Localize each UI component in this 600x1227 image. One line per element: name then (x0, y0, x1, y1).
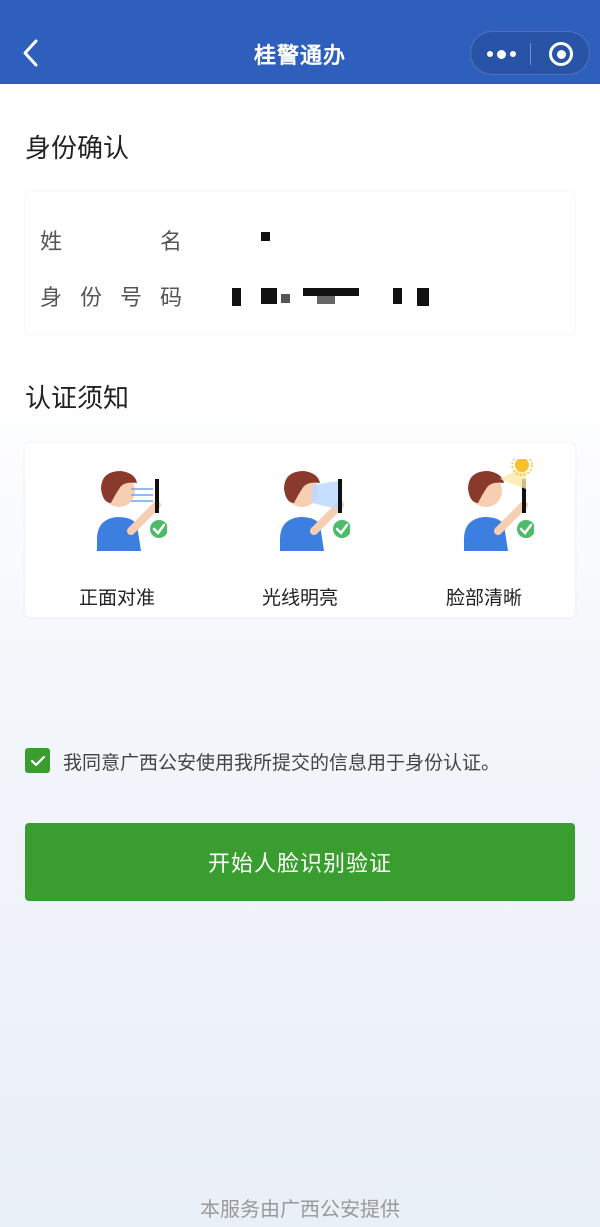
footer-provider-text: 本服务由广西公安提供 (200, 1197, 400, 1221)
masked-name (261, 232, 270, 241)
identity-card: 姓名 身份号码 (25, 192, 575, 334)
check-icon (30, 755, 45, 766)
notice-heading: 认证须知 (25, 384, 130, 414)
tip-face-front: 正面对准 (42, 459, 192, 609)
id-number-label: 身份号码 (40, 286, 201, 311)
nav-bar: 桂警通办 (0, 0, 600, 84)
tip-label: 光线明亮 (261, 587, 338, 609)
start-face-verify-button[interactable]: 开始人脸识别验证 (25, 823, 575, 901)
face-front-icon (97, 471, 167, 551)
clear-face-icon (464, 459, 534, 551)
more-dots-icon[interactable] (471, 32, 531, 76)
mini-program-capsule (470, 31, 590, 75)
tip-clear-face: 脸部清晰 (409, 459, 559, 609)
notice-card: 正面对准 光线明亮 脸部清晰 (25, 443, 575, 617)
identity-heading: 身份确认 (25, 134, 130, 164)
tip-bright-light: 光线明亮 (225, 459, 375, 609)
bright-light-icon (280, 471, 350, 551)
tip-label: 脸部清晰 (445, 587, 522, 609)
target-close-icon[interactable] (531, 32, 591, 76)
name-label: 姓名 (40, 230, 281, 255)
tip-label: 正面对准 (78, 587, 155, 609)
agree-text[interactable]: 我同意广西公安使用我所提交的信息用于身份认证。 (63, 748, 500, 775)
agree-checkbox[interactable] (25, 748, 50, 773)
